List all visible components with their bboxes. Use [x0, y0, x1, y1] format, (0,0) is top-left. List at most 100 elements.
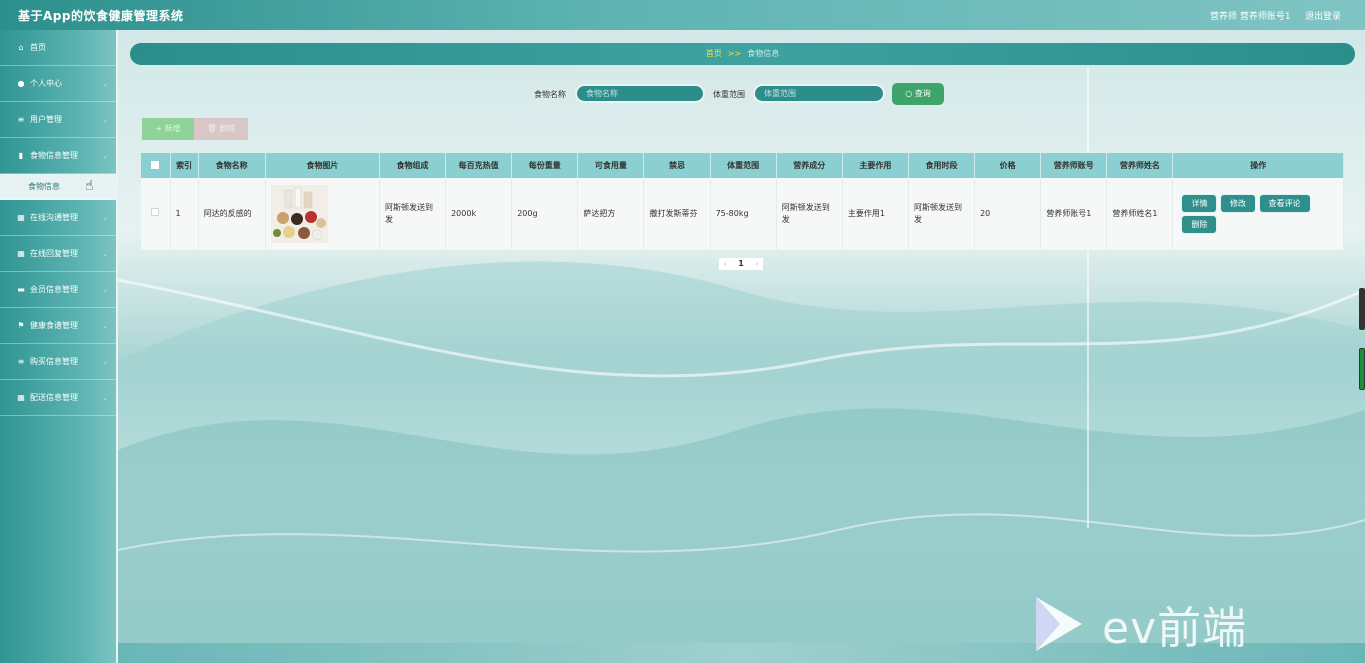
- row-delete-button[interactable]: 删除: [1182, 216, 1217, 233]
- chevron-down-icon: ⌄: [102, 250, 108, 258]
- home-icon: ⌂: [18, 43, 24, 52]
- logout-link[interactable]: 退出登录: [1305, 9, 1341, 22]
- column-header: 营养成分: [776, 153, 843, 178]
- chevron-down-icon: ⌄: [102, 286, 108, 294]
- top-bar: 基于App的饮食健康管理系统 营养师 营养师账号1 退出登录: [0, 0, 1365, 30]
- app-title: 基于App的饮食健康管理系统: [18, 9, 184, 23]
- detail-button[interactable]: 详情: [1182, 195, 1217, 212]
- column-header: 主要作用: [842, 153, 909, 178]
- sidebar-item-label: 会员信息管理: [30, 285, 78, 294]
- grid-icon: ▦: [17, 249, 25, 258]
- food-image: [270, 185, 328, 243]
- card-icon: ▬: [17, 285, 25, 294]
- book-icon: ▮: [18, 151, 24, 160]
- chevron-down-icon: ⌄: [102, 322, 108, 330]
- column-header: 食物组成: [379, 153, 447, 178]
- grid-icon: ▦: [17, 393, 25, 402]
- sidebar-item-label: 在线沟通管理: [30, 213, 78, 222]
- sidebar-item-recipes[interactable]: ⚑ 健康食谱管理 ⌄: [0, 308, 116, 344]
- column-header: 食物名称: [198, 153, 266, 178]
- food-table: 索引 食物名称 食物图片 食物组成 每百克热值 每份重量 可食用量 禁忌 体重范…: [141, 153, 1344, 250]
- cell-portion-weight: 200g: [511, 178, 579, 250]
- breadcrumb-separator: >>: [727, 49, 742, 58]
- weight-range-label: 体重范围: [713, 90, 745, 99]
- sidebar-item-label: 用户管理: [30, 115, 62, 124]
- watermark: ev前端: [1030, 592, 1247, 656]
- cell-nutritionist-name: 营养师姓名1: [1106, 178, 1174, 250]
- row-checkbox[interactable]: [151, 208, 160, 216]
- sidebar-item-users[interactable]: ≡ 用户管理 ⌄: [0, 102, 116, 138]
- sidebar-item-home[interactable]: ⌂ 首页: [0, 30, 116, 66]
- sidebar-item-delivery[interactable]: ▦ 配送信息管理 ⌄: [0, 380, 116, 416]
- select-all-checkbox[interactable]: [151, 160, 160, 169]
- cell-eating-time: 阿斯顿发送到发: [908, 178, 976, 250]
- cell-price: 20: [974, 178, 1042, 250]
- trash-icon: 🗑: [206, 124, 217, 133]
- sidebar-subitem-label: 食物信息: [28, 182, 60, 191]
- cell-nutrition: 阿斯顿发送到发: [776, 178, 843, 250]
- watermark-text: ev前端: [1102, 603, 1248, 654]
- grid-icon: ▦: [17, 213, 25, 222]
- chevron-down-icon: ⌄: [102, 358, 108, 366]
- sidebar-item-label: 健康食谱管理: [30, 321, 78, 330]
- breadcrumb: 首页 >> 食物信息: [130, 43, 1355, 65]
- delete-button[interactable]: 🗑 删除: [194, 118, 248, 140]
- panel-divider: [1087, 68, 1089, 528]
- column-header: 索引: [170, 153, 199, 178]
- sidebar-item-purchase[interactable]: ≡ 购买信息管理 ⌄: [0, 344, 116, 380]
- search-icon: ○: [905, 89, 913, 98]
- sidebar-item-members[interactable]: ▬ 会员信息管理 ⌄: [0, 272, 116, 308]
- column-header: 每份重量: [511, 153, 579, 178]
- breadcrumb-current: 食物信息: [747, 49, 780, 58]
- add-button[interactable]: + 新增: [142, 118, 194, 140]
- select-all-checkbox-cell[interactable]: [141, 153, 171, 178]
- query-button[interactable]: ○ 查询: [892, 83, 944, 105]
- delete-button-label: 删除: [219, 124, 236, 133]
- list-icon: ≡: [17, 357, 25, 366]
- food-name-input[interactable]: [575, 84, 705, 103]
- prev-page-button[interactable]: ‹: [719, 258, 731, 270]
- sidebar-item-reply[interactable]: ▦ 在线回复管理 ⌄: [0, 236, 116, 272]
- cell-edible-amount: 萨达把方: [577, 178, 645, 250]
- column-header: 体重范围: [710, 153, 777, 178]
- table-row: 1 阿达的反感的 阿斯顿发送到发 2000k 200g 萨达把方 撒打发斯蒂芬 …: [141, 178, 1344, 250]
- cell-food-name: 阿达的反感的: [198, 178, 266, 250]
- edit-button[interactable]: 修改: [1221, 195, 1255, 212]
- column-header: 可食用量: [577, 153, 645, 178]
- query-button-label: 查询: [914, 89, 931, 98]
- column-header: 每百克热值: [445, 153, 513, 178]
- next-page-button[interactable]: ›: [751, 258, 763, 270]
- weight-range-input[interactable]: [753, 84, 885, 103]
- column-header: 食物图片: [265, 153, 380, 178]
- side-handle[interactable]: [1359, 288, 1365, 330]
- row-checkbox-cell[interactable]: [141, 178, 171, 250]
- column-header: 操作: [1172, 153, 1344, 178]
- column-header: 禁忌: [643, 153, 711, 178]
- side-handle-green[interactable]: [1359, 348, 1365, 390]
- background-wave-image: [118, 30, 1365, 663]
- hand-cursor-icon: ☝: [85, 178, 94, 194]
- breadcrumb-home[interactable]: 首页: [706, 49, 722, 58]
- chevron-down-icon: ⌄: [102, 214, 108, 222]
- page-number-button[interactable]: 1: [731, 258, 751, 270]
- cell-calories: 2000k: [445, 178, 513, 250]
- column-header: 食用时段: [908, 153, 976, 178]
- chevron-down-icon: ⌄: [102, 394, 108, 402]
- sidebar-subitem-food-info[interactable]: 食物信息 ☝: [0, 174, 116, 200]
- column-header: 营养师姓名: [1106, 153, 1174, 178]
- cell-taboo: 撒打发斯蒂芬: [643, 178, 711, 250]
- view-comments-button[interactable]: 查看评论: [1259, 195, 1310, 212]
- food-name-label: 食物名称: [534, 90, 566, 99]
- sidebar-item-chat[interactable]: ▦ 在线沟通管理 ⌄: [0, 200, 116, 236]
- user-info: 营养师 营养师账号1: [1210, 12, 1291, 22]
- pagination: ‹ 1 ›: [719, 258, 763, 270]
- cell-weight-range: 75-80kg: [710, 178, 777, 250]
- sidebar-item-food[interactable]: ▮ 食物信息管理 ⌄: [0, 138, 116, 174]
- search-bar: 食物名称 体重范围 ○ 查询: [0, 83, 1365, 105]
- sidebar-item-label: 首页: [30, 43, 46, 52]
- flag-icon: ⚑: [17, 321, 25, 330]
- chevron-down-icon: ⌄: [102, 116, 108, 124]
- cell-operations: 详情 修改 查看评论 删除: [1172, 178, 1344, 250]
- cell-index: 1: [170, 178, 199, 250]
- sidebar-item-label: 配送信息管理: [30, 393, 78, 402]
